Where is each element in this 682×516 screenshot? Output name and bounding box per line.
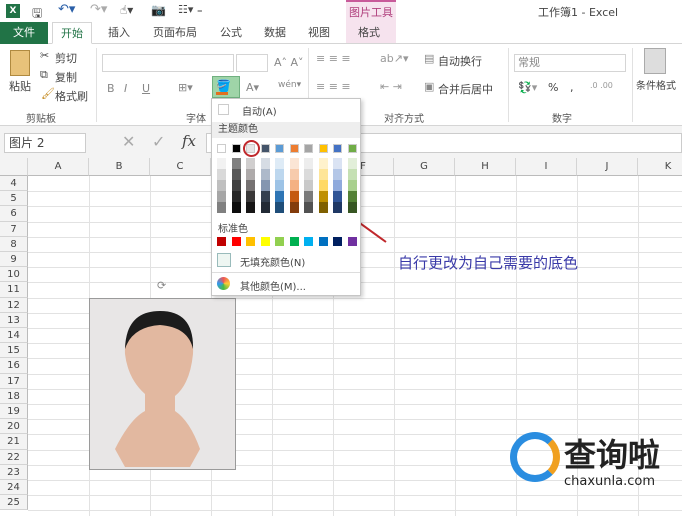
standard-color-swatch[interactable] bbox=[289, 237, 299, 246]
theme-shade-swatch[interactable] bbox=[231, 158, 241, 169]
theme-color-swatch[interactable] bbox=[260, 144, 270, 153]
annotation-text: 自行更改为自己需要的底色 bbox=[398, 254, 579, 272]
theme-shade-swatch[interactable] bbox=[289, 169, 299, 180]
theme-shade-swatch[interactable] bbox=[217, 180, 226, 191]
fill-color-dropdown: 自动(A) 主题颜色 标准色 无填充颜色(N) 其他颜色(M)... bbox=[211, 98, 361, 296]
standard-color-swatch[interactable] bbox=[304, 237, 313, 246]
standard-color-swatch[interactable] bbox=[275, 237, 284, 246]
theme-shade-swatch[interactable] bbox=[246, 169, 255, 180]
theme-shade-swatch[interactable] bbox=[318, 180, 328, 191]
theme-color-swatch[interactable] bbox=[304, 144, 313, 153]
theme-shade-swatch[interactable] bbox=[260, 202, 270, 213]
watermark-logo: 查询啦 chaxunla.com bbox=[506, 430, 682, 500]
theme-shade-swatch[interactable] bbox=[289, 180, 299, 191]
standard-color-swatch[interactable] bbox=[260, 237, 270, 246]
theme-shade-swatch[interactable] bbox=[260, 169, 270, 180]
highlight-circle bbox=[243, 140, 260, 157]
theme-shade-swatch[interactable] bbox=[347, 180, 357, 191]
theme-shade-swatch[interactable] bbox=[333, 158, 342, 169]
theme-color-swatch[interactable] bbox=[217, 144, 226, 153]
more-colors-item[interactable]: 其他颜色(M)... bbox=[212, 275, 360, 295]
standard-color-swatch[interactable] bbox=[347, 237, 357, 246]
theme-shade-swatch[interactable] bbox=[318, 169, 328, 180]
theme-shade-swatch[interactable] bbox=[246, 158, 255, 169]
theme-color-swatch[interactable] bbox=[333, 144, 342, 153]
theme-shade-swatch[interactable] bbox=[217, 158, 226, 169]
theme-shade-swatch[interactable] bbox=[304, 202, 313, 213]
theme-shade-swatch[interactable] bbox=[304, 180, 313, 191]
theme-color-swatch[interactable] bbox=[318, 144, 328, 153]
standard-colors-header: 标准色 bbox=[218, 224, 248, 235]
theme-shade-swatch[interactable] bbox=[260, 180, 270, 191]
theme-shade-swatch[interactable] bbox=[304, 191, 313, 202]
standard-color-swatch[interactable] bbox=[217, 237, 226, 246]
theme-colors-header: 主题颜色 bbox=[212, 122, 360, 138]
no-fill-item[interactable]: 无填充颜色(N) bbox=[212, 251, 360, 271]
theme-shade-swatch[interactable] bbox=[304, 158, 313, 169]
standard-color-swatch[interactable] bbox=[333, 237, 342, 246]
theme-shade-swatch[interactable] bbox=[275, 169, 284, 180]
theme-shade-swatch[interactable] bbox=[333, 191, 342, 202]
theme-shade-swatch[interactable] bbox=[217, 191, 226, 202]
theme-shade-swatch[interactable] bbox=[231, 191, 241, 202]
theme-shade-swatch[interactable] bbox=[318, 191, 328, 202]
theme-color-swatch[interactable] bbox=[275, 144, 284, 153]
standard-color-swatch[interactable] bbox=[318, 237, 328, 246]
theme-shade-swatch[interactable] bbox=[260, 191, 270, 202]
theme-color-swatch[interactable] bbox=[289, 144, 299, 153]
theme-shade-swatch[interactable] bbox=[246, 202, 255, 213]
theme-shade-swatch[interactable] bbox=[347, 158, 357, 169]
theme-shade-swatch[interactable] bbox=[275, 191, 284, 202]
palette-icon bbox=[217, 277, 230, 290]
theme-shade-swatch[interactable] bbox=[318, 202, 328, 213]
theme-shade-swatch[interactable] bbox=[304, 169, 313, 180]
theme-shade-swatch[interactable] bbox=[231, 202, 241, 213]
theme-shade-swatch[interactable] bbox=[246, 180, 255, 191]
theme-shade-swatch[interactable] bbox=[347, 202, 357, 213]
standard-color-swatch[interactable] bbox=[231, 237, 241, 246]
theme-shade-swatch[interactable] bbox=[246, 191, 255, 202]
theme-shade-swatch[interactable] bbox=[231, 180, 241, 191]
theme-shade-swatch[interactable] bbox=[275, 158, 284, 169]
theme-shade-swatch[interactable] bbox=[347, 191, 357, 202]
theme-color-swatch[interactable] bbox=[347, 144, 357, 153]
standard-color-swatch[interactable] bbox=[246, 237, 255, 246]
theme-shade-swatch[interactable] bbox=[333, 169, 342, 180]
theme-shade-swatch[interactable] bbox=[275, 202, 284, 213]
theme-shade-swatch[interactable] bbox=[347, 169, 357, 180]
theme-shade-swatch[interactable] bbox=[289, 191, 299, 202]
theme-shade-swatch[interactable] bbox=[217, 202, 226, 213]
theme-shade-swatch[interactable] bbox=[289, 158, 299, 169]
theme-shade-swatch[interactable] bbox=[217, 169, 226, 180]
theme-shade-swatch[interactable] bbox=[333, 180, 342, 191]
auto-color-item[interactable]: 自动(A) bbox=[212, 99, 360, 121]
theme-shade-swatch[interactable] bbox=[333, 202, 342, 213]
theme-shade-swatch[interactable] bbox=[231, 169, 241, 180]
theme-shade-swatch[interactable] bbox=[318, 158, 328, 169]
theme-shade-swatch[interactable] bbox=[289, 202, 299, 213]
theme-color-swatch[interactable] bbox=[231, 144, 241, 153]
theme-shade-swatch[interactable] bbox=[260, 158, 270, 169]
theme-shade-swatch[interactable] bbox=[275, 180, 284, 191]
